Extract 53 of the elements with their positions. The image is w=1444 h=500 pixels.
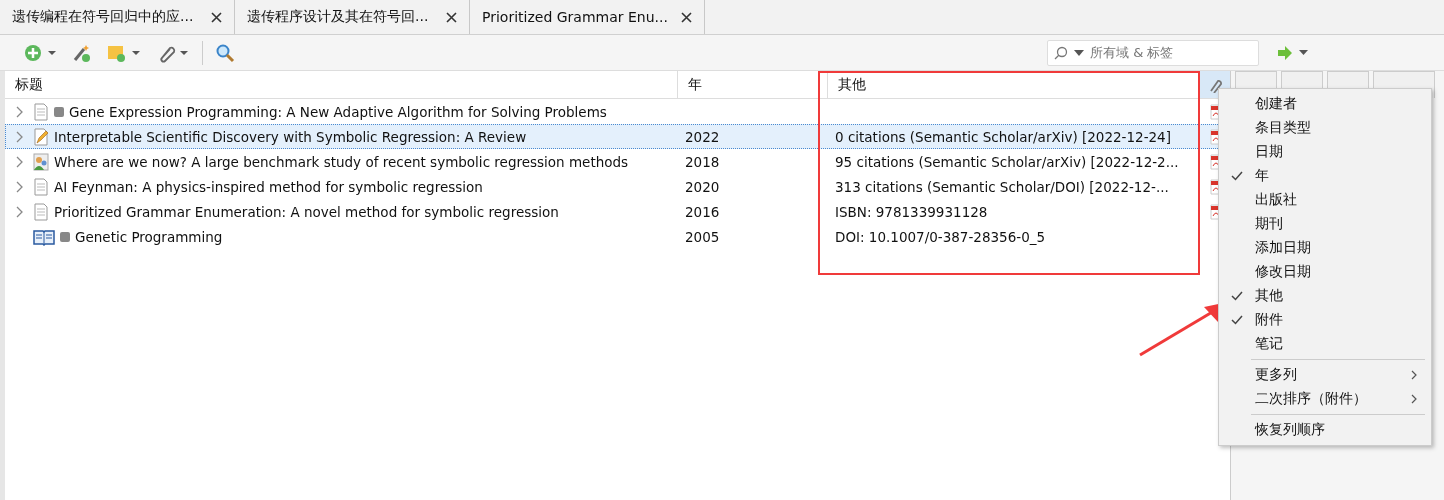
menu-item[interactable]: 其他 (1219, 284, 1431, 308)
document-tab[interactable]: 遗传程序设计及其在符号回... (235, 0, 470, 34)
menu-item[interactable]: 二次排序（附件） (1219, 387, 1431, 411)
search-field[interactable]: 所有域 & 标签 (1047, 39, 1259, 66)
year-cell: 2005 (685, 228, 720, 245)
document-icon (33, 177, 49, 196)
year-cell: 2022 (685, 128, 720, 145)
chevron-icon[interactable] (16, 130, 24, 143)
other-cell: 95 citations (Semantic Scholar/arXiv) [2022-12-2... (835, 153, 1179, 170)
chevron-icon (1411, 370, 1417, 380)
title-cell: Gene Expression Programming: A New Adaptive Algorithm for Solving Problems (69, 103, 607, 120)
year-cell: 2020 (685, 178, 720, 195)
close-icon[interactable] (681, 11, 692, 23)
document-icon (33, 102, 49, 121)
column-header[interactable]: 标题 (5, 71, 678, 98)
chevron-icon[interactable] (16, 105, 24, 118)
menu-item[interactable]: 恢复列顺序 (1219, 418, 1431, 442)
menu-item[interactable]: 更多列 (1219, 363, 1431, 387)
menu-item[interactable]: 修改日期 (1219, 260, 1431, 284)
document-icon (33, 202, 49, 221)
document-tab[interactable]: Prioritized Grammar Enu... (470, 0, 705, 34)
menu-item[interactable]: 创建者 (1219, 92, 1431, 116)
search-icon (1054, 45, 1068, 60)
title-cell: Interpretable Scientific Discovery with Symbolic Regression: A Review (54, 128, 527, 145)
menu-item[interactable]: 附件 (1219, 308, 1431, 332)
menu-item[interactable]: 年 (1219, 164, 1431, 188)
other-cell: DOI: 10.1007/0-387-28356-0_5 (835, 228, 1046, 245)
chevron-icon (1411, 394, 1417, 404)
year-cell: 2018 (685, 153, 720, 170)
caret-icon[interactable] (1074, 48, 1084, 57)
title-cell: Genetic Programming (75, 228, 223, 245)
close-icon[interactable] (446, 11, 457, 23)
chevron-icon[interactable] (16, 205, 24, 218)
title-cell: AI Feynman: A physics-inspired method for symbolic regression (54, 178, 483, 195)
arrow-icon[interactable] (1277, 44, 1311, 61)
people-icon (33, 152, 49, 171)
document-tab[interactable]: 遗传编程在符号回归中的应... (0, 0, 235, 34)
new-item-icon[interactable] (24, 42, 58, 63)
pencil-note-icon (33, 127, 49, 146)
close-icon[interactable] (211, 11, 222, 23)
menu-item[interactable]: 笔记 (1219, 332, 1431, 356)
title-cell: Where are we now? A large benchmark study of recent symbolic regression methods (54, 153, 629, 170)
book-icon (33, 227, 55, 246)
other-cell: 0 citations (Semantic Scholar/arXiv) [2022-12-24] (835, 128, 1171, 145)
chevron-icon[interactable] (16, 180, 24, 193)
column-header[interactable]: 年 (678, 71, 828, 98)
other-cell: 313 citations (Semantic Scholar/DOI) [2022-12-... (835, 178, 1169, 195)
chevron-icon[interactable] (16, 155, 24, 168)
title-cell: Prioritized Grammar Enumeration: A novel method for symbolic regression (54, 203, 559, 220)
menu-item[interactable]: 出版社 (1219, 188, 1431, 212)
year-cell: 2016 (685, 203, 720, 220)
search-icon[interactable] (215, 42, 235, 63)
other-cell: ISBN: 9781339931128 (835, 203, 988, 220)
